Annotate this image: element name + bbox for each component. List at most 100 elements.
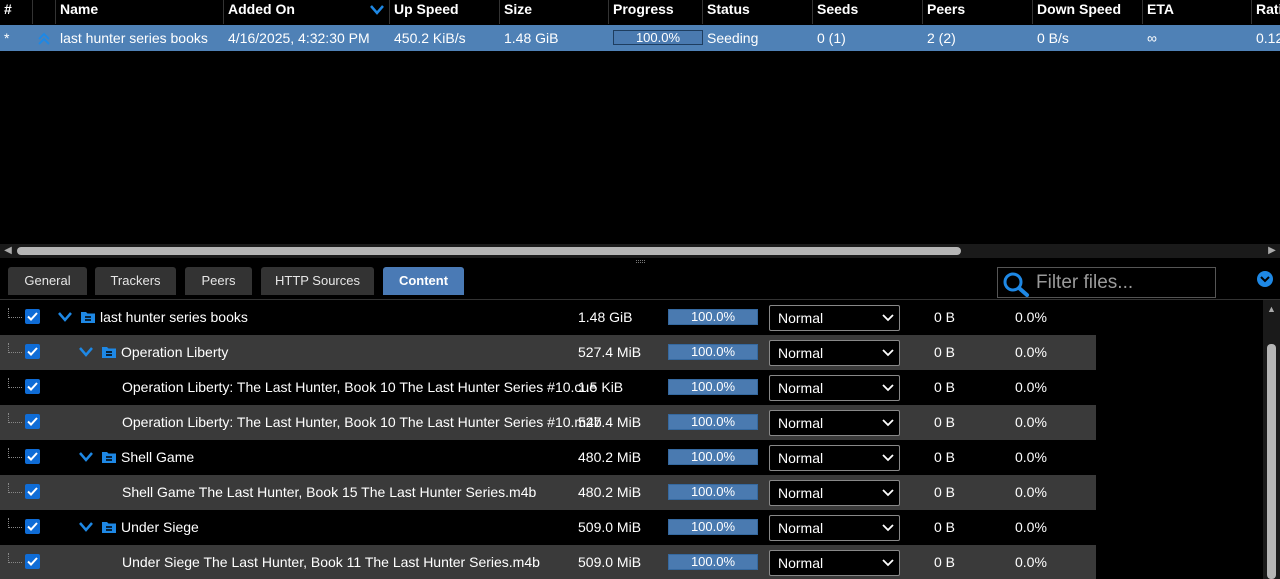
horizontal-scroll-thumb[interactable]	[17, 247, 961, 255]
torrent-progress-bar: 100.0%	[613, 30, 703, 45]
folder-icon	[80, 309, 96, 325]
file-availability: 0.0%	[1015, 379, 1047, 395]
scroll-left-icon[interactable]: ◀	[3, 246, 13, 256]
expand-chevron-icon[interactable]	[57, 310, 73, 324]
tab-peers[interactable]: Peers	[185, 267, 252, 295]
file-name: Operation Liberty	[121, 344, 229, 360]
tree-connector	[8, 518, 22, 528]
file-priority-select[interactable]: Normal	[769, 410, 900, 436]
expand-chevron-icon[interactable]	[78, 520, 94, 534]
file-name: Under Siege	[121, 519, 199, 535]
file-checkbox[interactable]	[25, 344, 40, 359]
torrent-added-on: 4/16/2025, 4:32:30 PM	[228, 30, 370, 46]
panel-splitter[interactable]	[0, 258, 1280, 265]
file-progress-bar: 100.0%	[668, 519, 758, 535]
col-seeds-header[interactable]: Seeds	[813, 0, 923, 24]
file-checkbox[interactable]	[25, 379, 40, 394]
torrent-eta: ∞	[1147, 30, 1157, 46]
col-progress-header[interactable]: Progress	[609, 0, 703, 24]
scroll-right-icon[interactable]: ▶	[1267, 246, 1277, 256]
file-row[interactable]: Under Siege The Last Hunter, Book 11 The…	[0, 545, 1096, 579]
file-priority-value: Normal	[778, 520, 824, 536]
file-row[interactable]: Shell Game 480.2 MiB 100.0% Normal 0 B 0.0%	[0, 440, 1096, 475]
file-priority-select[interactable]: Normal	[769, 375, 900, 401]
file-checkbox[interactable]	[25, 309, 40, 324]
file-priority-value: Normal	[778, 380, 824, 396]
filter-files-input[interactable]	[1036, 272, 1211, 294]
file-priority-select[interactable]: Normal	[769, 340, 900, 366]
tree-connector	[8, 553, 22, 563]
col-eta-header[interactable]: ETA	[1143, 0, 1252, 24]
file-priority-select[interactable]: Normal	[769, 550, 900, 576]
file-checkbox[interactable]	[25, 484, 40, 499]
file-row[interactable]: last hunter series books 1.48 GiB 100.0% No…	[0, 300, 1096, 335]
col-added-on-header[interactable]: Added On	[224, 0, 390, 24]
file-priority-value: Normal	[778, 450, 824, 466]
file-row[interactable]: Shell Game The Last Hunter, Book 15 The …	[0, 475, 1096, 510]
horizontal-scrollbar[interactable]: ◀ ▶	[0, 244, 1280, 258]
file-size: 1.5 KiB	[578, 379, 624, 395]
file-row[interactable]: Operation Liberty: The Last Hunter, Book…	[0, 405, 1096, 440]
torrent-up-speed: 450.2 KiB/s	[394, 30, 466, 46]
file-priority-select[interactable]: Normal	[769, 445, 900, 471]
tab-content[interactable]: Content	[383, 267, 464, 295]
folder-icon	[101, 344, 117, 360]
torrent-ratio: 0.12	[1256, 30, 1280, 46]
file-availability: 0.0%	[1015, 309, 1047, 325]
expand-chevron-icon[interactable]	[78, 450, 94, 464]
folder-icon	[101, 519, 117, 535]
torrent-row[interactable]: * last hunter series books 4/16/2025, 4:…	[0, 25, 1280, 51]
expand-chevron-icon[interactable]	[78, 345, 94, 359]
file-name: last hunter series books	[100, 309, 248, 325]
file-remaining: 0 B	[934, 414, 956, 430]
file-progress-text: 100.0%	[690, 309, 736, 324]
file-progress-bar: 100.0%	[668, 449, 758, 465]
tab-general[interactable]: General	[8, 267, 87, 295]
properties-tabs: General Trackers Peers HTTP Sources Cont…	[0, 265, 1280, 300]
file-remaining: 0 B	[934, 519, 956, 535]
file-availability: 0.0%	[1015, 519, 1047, 535]
file-checkbox[interactable]	[25, 554, 40, 569]
scroll-up-icon[interactable]: ▲	[1267, 304, 1276, 314]
torrent-state	[33, 25, 56, 51]
file-row[interactable]: Under Siege 509.0 MiB 100.0% Normal 0 B 0.0%	[0, 510, 1096, 545]
file-remaining: 0 B	[934, 484, 956, 500]
file-priority-select[interactable]: Normal	[769, 480, 900, 506]
col-up-speed-header[interactable]: Up Speed	[390, 0, 500, 24]
file-availability: 0.0%	[1015, 484, 1047, 500]
col-queue-header[interactable]: #	[0, 0, 33, 24]
file-size: 509.0 MiB	[578, 554, 642, 570]
file-checkbox[interactable]	[25, 414, 40, 429]
vertical-scroll-thumb[interactable]	[1267, 344, 1276, 579]
file-name: Under Siege The Last Hunter, Book 11 The…	[122, 554, 540, 570]
seeding-upload-icon	[38, 32, 50, 45]
file-size: 480.2 MiB	[578, 484, 642, 500]
collapse-panel-icon[interactable]	[1257, 271, 1273, 287]
splitter-grip-icon	[636, 260, 645, 263]
file-availability: 0.0%	[1015, 554, 1047, 570]
file-row[interactable]: Operation Liberty 527.4 MiB 100.0% Normal 0 …	[0, 335, 1096, 370]
tab-http-sources[interactable]: HTTP Sources	[261, 267, 374, 295]
file-row[interactable]: Operation Liberty: The Last Hunter, Book…	[0, 370, 1096, 405]
file-checkbox[interactable]	[25, 519, 40, 534]
file-priority-select[interactable]: Normal	[769, 305, 900, 331]
file-size: 527.4 MiB	[578, 344, 642, 360]
file-progress-text: 100.0%	[690, 484, 736, 499]
col-size-header[interactable]: Size	[500, 0, 609, 24]
col-down-speed-header[interactable]: Down Speed	[1033, 0, 1143, 24]
file-priority-select[interactable]: Normal	[769, 515, 900, 541]
file-remaining: 0 B	[934, 344, 956, 360]
torrent-progress: 100.0%	[609, 25, 703, 51]
vertical-scrollbar[interactable]: ▲	[1263, 300, 1280, 579]
torrent-down-speed: 0 B/s	[1037, 30, 1069, 46]
file-priority-value: Normal	[778, 485, 824, 501]
col-status-header[interactable]: Status	[703, 0, 813, 24]
filter-files-box	[997, 267, 1216, 298]
col-name-header[interactable]: Name	[56, 0, 224, 24]
file-progress-bar: 100.0%	[668, 309, 758, 325]
col-state-header[interactable]	[33, 0, 56, 24]
col-ratio-header[interactable]: Ratio	[1252, 0, 1280, 24]
tab-trackers[interactable]: Trackers	[95, 267, 176, 295]
file-checkbox[interactable]	[25, 449, 40, 464]
col-peers-header[interactable]: Peers	[923, 0, 1033, 24]
